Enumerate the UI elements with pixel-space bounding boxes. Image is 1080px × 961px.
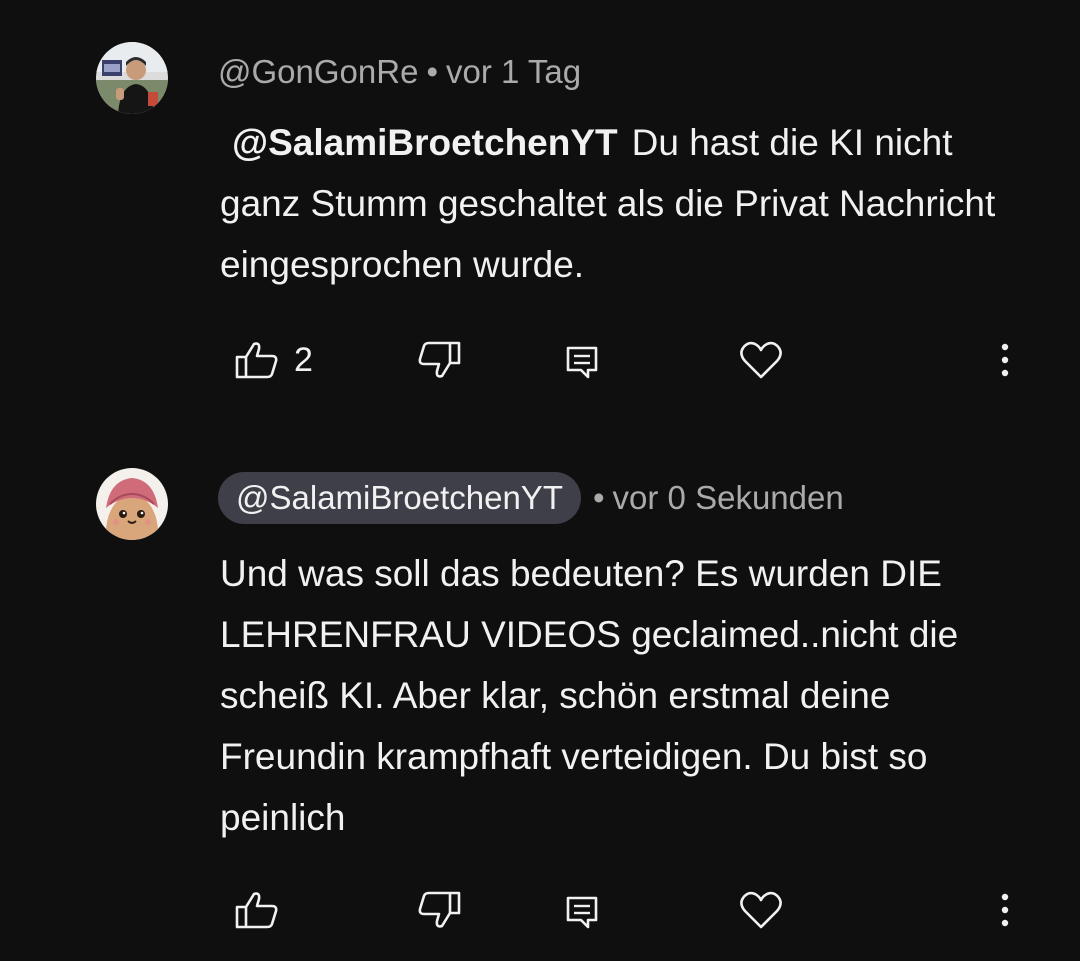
like-count: 2 xyxy=(294,340,313,379)
dislike-button[interactable] xyxy=(416,880,462,940)
avatar[interactable] xyxy=(96,468,168,540)
user-photo-avatar-icon xyxy=(96,42,168,114)
reply-button[interactable] xyxy=(564,330,600,390)
comment-actions xyxy=(0,880,1080,940)
comment-item: @SalamiBroetchenYT • vor 0 Sekunden Und … xyxy=(0,440,1080,961)
comment-time: vor 1 Tag xyxy=(446,53,582,90)
bread-character-avatar-icon xyxy=(96,468,168,540)
more-vert-icon xyxy=(1001,893,1009,927)
channel-owner-badge[interactable]: @SalamiBroetchenYT xyxy=(218,472,581,524)
heart-button[interactable] xyxy=(738,330,784,390)
reply-button[interactable] xyxy=(564,880,600,940)
like-icon xyxy=(235,892,278,929)
heart-icon xyxy=(740,891,782,929)
dislike-button[interactable] xyxy=(416,330,462,390)
comment-meta: @GonGonRe • vor 1 Tag xyxy=(218,50,581,94)
comment-meta: @SalamiBroetchenYT • vor 0 Sekunden xyxy=(218,472,844,524)
dislike-icon xyxy=(418,341,461,378)
heart-button[interactable] xyxy=(738,880,784,940)
comment-author[interactable]: @GonGonRe xyxy=(218,53,418,91)
comment-text: Und was soll das bedeuten? Es wurden DIE… xyxy=(220,543,1040,848)
comment-time: vor 0 Sekunden xyxy=(612,479,844,516)
comment-text: @SalamiBroetchenYT Du hast die KI nicht g… xyxy=(220,112,1040,295)
mention-link[interactable]: @SalamiBroetchenYT xyxy=(232,122,618,163)
more-vert-icon xyxy=(1001,343,1009,377)
avatar[interactable] xyxy=(96,42,168,114)
comment-item: @GonGonRe • vor 1 Tag @SalamiBroetchenYT… xyxy=(0,0,1080,420)
heart-icon xyxy=(740,341,782,379)
reply-icon xyxy=(566,346,598,379)
reply-icon xyxy=(566,896,598,929)
more-options-button[interactable] xyxy=(990,330,1020,390)
meta-separator: • xyxy=(592,479,605,516)
comment-actions: 2 xyxy=(0,330,1080,390)
like-button[interactable]: 2 xyxy=(234,330,313,390)
dislike-icon xyxy=(418,891,461,928)
like-button[interactable] xyxy=(234,880,294,940)
comment-body: Und was soll das bedeuten? Es wurden DIE… xyxy=(220,553,959,838)
meta-separator: • xyxy=(426,53,438,90)
more-options-button[interactable] xyxy=(990,880,1020,940)
like-icon xyxy=(235,342,278,379)
